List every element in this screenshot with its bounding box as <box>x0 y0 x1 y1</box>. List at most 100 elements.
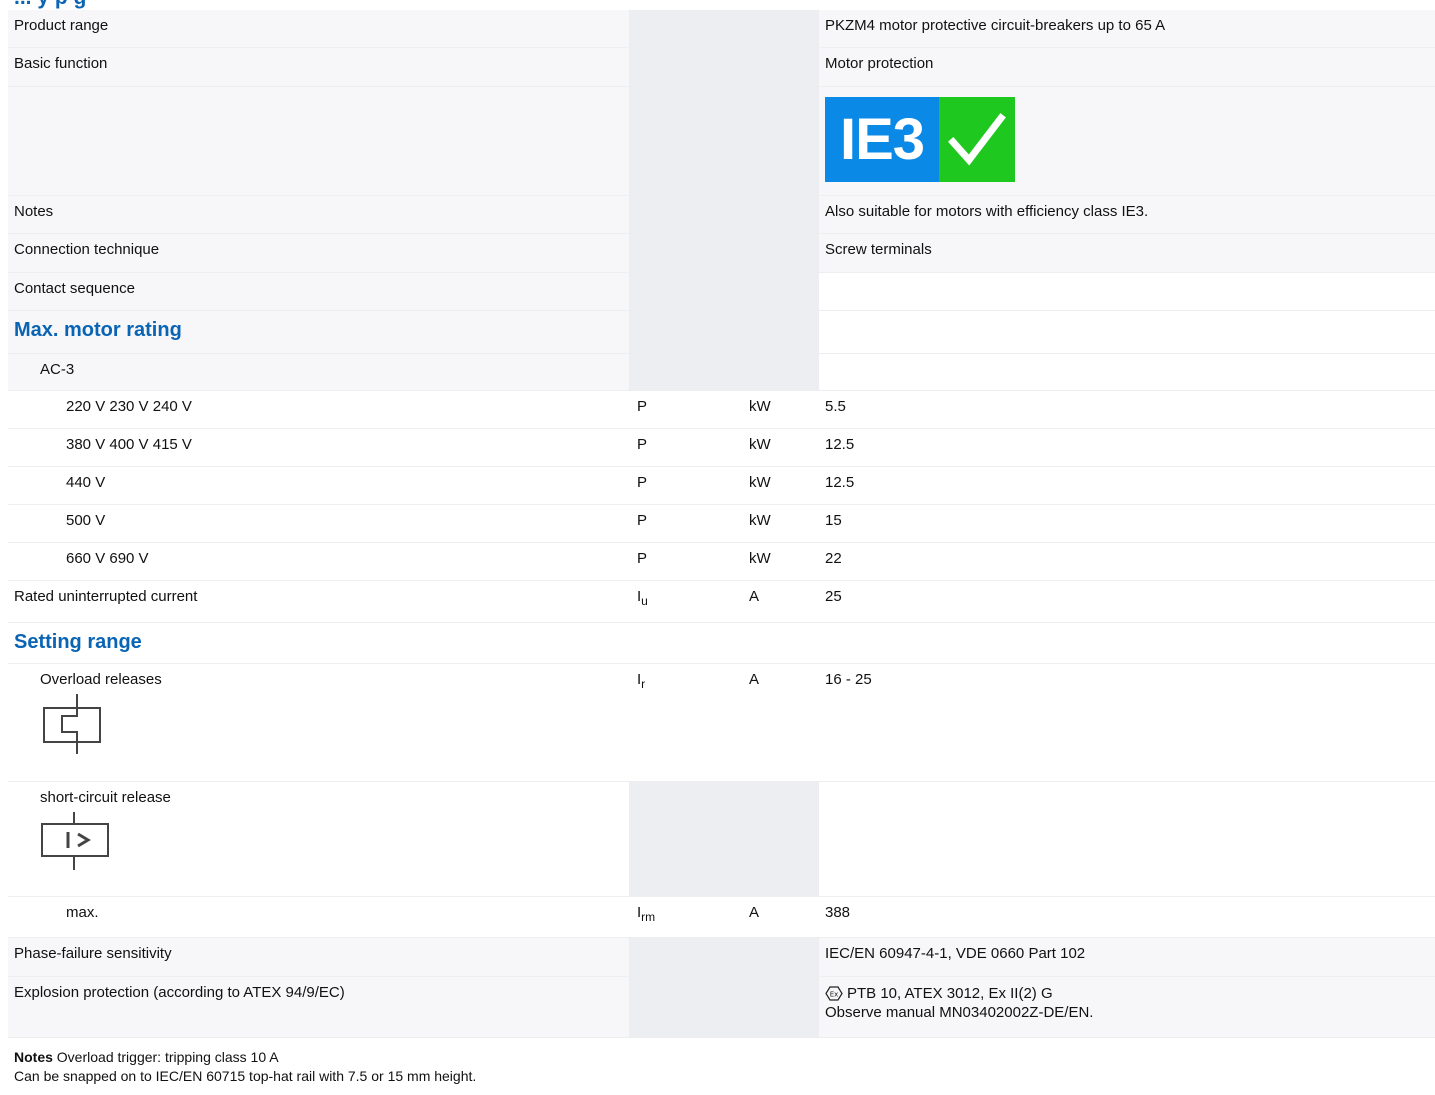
ie3-badge-text: IE3 <box>825 97 939 182</box>
row-unit: kW <box>743 429 819 466</box>
row-label: 380 V 400 V 415 V <box>66 436 192 453</box>
section-max-motor-rating: Max. motor rating <box>8 311 1435 354</box>
row-symbol <box>629 196 743 233</box>
notes-line-2: Can be snapped on to IEC/EN 60715 top-ha… <box>14 1068 477 1084</box>
row-symbol: P <box>629 467 743 504</box>
row-max: max. Irm A 388 <box>8 897 1435 938</box>
row-660v: 660 V 690 V P kW 22 <box>8 543 1435 581</box>
row-label: 500 V <box>66 512 106 529</box>
row-unit: kW <box>743 543 819 580</box>
row-unit: kW <box>743 391 819 428</box>
svg-text:Ex: Ex <box>830 991 839 999</box>
row-value: 5.5 <box>819 391 1435 428</box>
row-unit: A <box>743 581 819 622</box>
spec-table: Product range PKZM4 motor protective cir… <box>8 10 1435 1038</box>
row-label: Basic function <box>14 55 108 72</box>
row-symbol <box>629 273 743 310</box>
row-unit <box>743 10 819 47</box>
row-symbol <box>629 234 743 272</box>
row-overload-releases: Overload releases Ir A 16 - 25 <box>8 664 1435 782</box>
row-label: Notes <box>14 203 54 220</box>
row-500v: 500 V P kW 15 <box>8 505 1435 543</box>
row-short-circuit-release: short-circuit release <box>8 782 1435 897</box>
row-value <box>819 354 1435 390</box>
row-label: short-circuit release <box>40 789 171 806</box>
row-value: PTB 10, ATEX 3012, Ex II(2) G <box>847 985 1053 1002</box>
row-unit <box>743 782 819 896</box>
row-unit <box>743 938 819 976</box>
row-label: 660 V 690 V <box>66 550 149 567</box>
row-value: Also suitable for motors with efficiency… <box>819 196 1435 233</box>
checkmark-icon <box>939 97 1015 182</box>
row-notes: Notes Also suitable for motors with effi… <box>8 196 1435 234</box>
overload-release-symbol-icon <box>43 694 101 754</box>
row-value: 15 <box>819 505 1435 542</box>
row-value: 388 <box>819 897 1435 937</box>
row-unit: kW <box>743 467 819 504</box>
row-label: max. <box>66 904 99 921</box>
row-rated-uninterrupted-current: Rated uninterrupted current Iu A 25 <box>8 581 1435 623</box>
row-symbol: Irm <box>629 897 743 937</box>
row-contact-sequence: Contact sequence <box>8 273 1435 311</box>
row-connection-technique: Connection technique Screw terminals <box>8 234 1435 273</box>
cut-off-heading: ... y p g <box>8 0 1435 10</box>
short-circuit-release-symbol-icon <box>41 812 109 870</box>
row-value: 12.5 <box>819 429 1435 466</box>
row-ac3: AC-3 <box>8 354 1435 391</box>
row-phase-failure-sensitivity: Phase-failure sensitivity IEC/EN 60947-4… <box>8 938 1435 977</box>
row-label: Explosion protection (according to ATEX … <box>14 984 345 1001</box>
row-label: AC-3 <box>40 361 75 378</box>
row-unit: A <box>743 897 819 937</box>
row-label: Connection technique <box>14 241 160 258</box>
row-product-range: Product range PKZM4 motor protective cir… <box>8 10 1435 48</box>
notes-label: Notes <box>14 1049 53 1065</box>
row-explosion-protection: Explosion protection (according to ATEX … <box>8 977 1435 1038</box>
row-unit <box>743 354 819 390</box>
row-symbol <box>629 354 743 390</box>
row-unit <box>743 48 819 86</box>
row-symbol: P <box>629 505 743 542</box>
cut-off-heading-text: ... y p g <box>14 0 86 10</box>
row-symbol: P <box>629 429 743 466</box>
row-label: Rated uninterrupted current <box>14 588 198 605</box>
row-unit <box>743 273 819 310</box>
row-unit <box>743 196 819 233</box>
row-symbol <box>629 48 743 86</box>
row-value: Motor protection <box>819 48 1435 86</box>
section-setting-range: Setting range <box>8 623 1435 664</box>
row-label: Phase-failure sensitivity <box>14 945 172 962</box>
row-label: 440 V <box>66 474 106 491</box>
row-symbol <box>629 977 743 1037</box>
row-value: 22 <box>819 543 1435 580</box>
row-unit: A <box>743 664 819 781</box>
row-value: 25 <box>819 581 1435 622</box>
row-220v: 220 V 230 V 240 V P kW 5.5 <box>8 391 1435 429</box>
row-symbol <box>629 938 743 976</box>
row-unit <box>743 977 819 1037</box>
row-value: 16 - 25 <box>819 664 1435 781</box>
row-label: 220 V 230 V 240 V <box>66 398 192 415</box>
notes-line-1: Overload trigger: tripping class 10 A <box>56 1049 279 1065</box>
row-unit <box>743 234 819 272</box>
row-symbol: P <box>629 391 743 428</box>
ex-icon: Ex <box>825 986 843 1001</box>
row-symbol: Ir <box>629 664 743 781</box>
row-ie3-badge: IE3 <box>8 87 1435 196</box>
row-label: Product range <box>14 17 109 34</box>
row-value <box>819 782 1435 896</box>
datasheet-page: ... y p g Product range PKZM4 motor prot… <box>0 0 1435 1095</box>
row-label <box>8 87 629 195</box>
row-value <box>819 273 1435 310</box>
row-label: Contact sequence <box>14 280 135 297</box>
row-symbol <box>629 782 743 896</box>
row-symbol: Iu <box>629 581 743 622</box>
row-value: PKZM4 motor protective circuit-breakers … <box>819 10 1435 47</box>
row-value: IEC/EN 60947-4-1, VDE 0660 Part 102 <box>819 938 1435 976</box>
row-380v: 380 V 400 V 415 V P kW 12.5 <box>8 429 1435 467</box>
ie3-badge: IE3 <box>825 97 1015 182</box>
row-value: 12.5 <box>819 467 1435 504</box>
row-value: Screw terminals <box>819 234 1435 272</box>
footer-notes: Notes Overload trigger: tripping class 1… <box>14 1048 1414 1086</box>
section-heading: Max. motor rating <box>14 319 182 341</box>
row-basic-function: Basic function Motor protection <box>8 48 1435 87</box>
